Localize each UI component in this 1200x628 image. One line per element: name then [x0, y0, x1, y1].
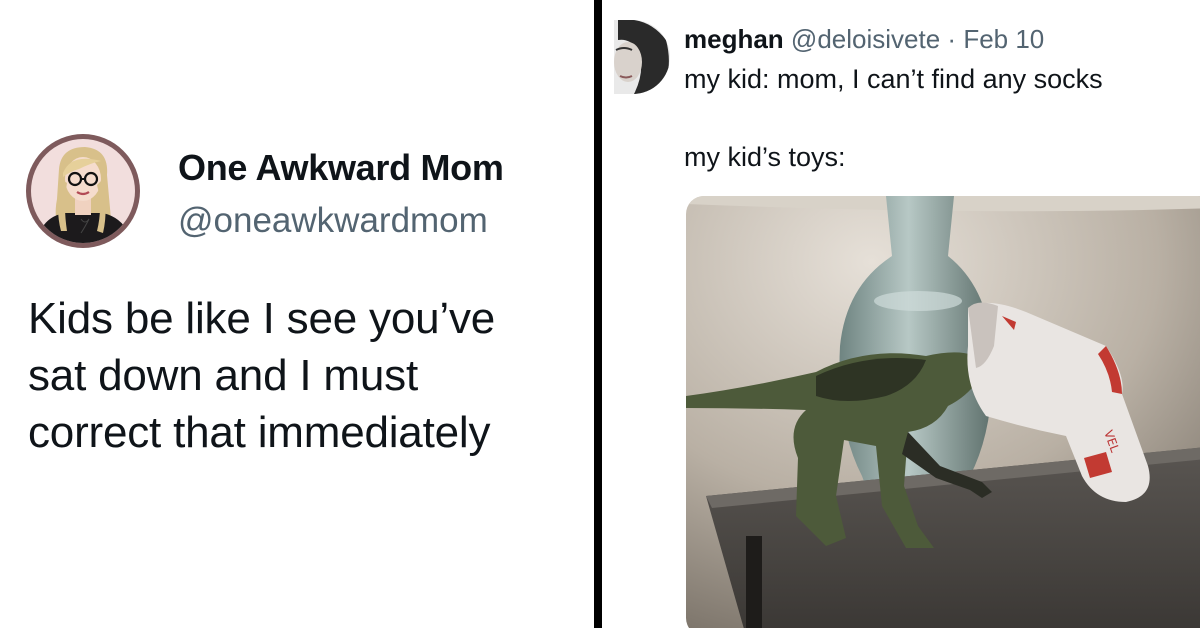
tweet-photo[interactable]: VEL	[686, 196, 1200, 628]
tweet-text-line: my kid’s toys:	[684, 142, 846, 172]
avatar[interactable]	[26, 134, 140, 248]
panel-divider	[594, 0, 602, 628]
woman-photo-avatar-icon	[608, 20, 670, 94]
tweet-date[interactable]: Feb 10	[963, 24, 1044, 54]
user-handle[interactable]: @oneawkwardmom	[178, 201, 488, 241]
tweet-text-line: sat down and I must	[28, 351, 418, 400]
tweet-card-one-awkward-mom: One Awkward Mom @oneawkwardmom Kids be l…	[0, 0, 594, 628]
tweet-card-meghan: meghan @deloisivete · Feb 10 my kid: mom…	[602, 0, 1200, 628]
meta-separator: ·	[947, 24, 957, 54]
display-name[interactable]: One Awkward Mom	[178, 147, 504, 189]
dinosaur-toy-wearing-sock-photo: VEL	[686, 196, 1200, 628]
tweet-meta: meghan @deloisivete · Feb 10	[684, 24, 1044, 55]
tweet-text: Kids be like I see you’ve sat down and I…	[28, 290, 588, 461]
tweet-text-line: my kid: mom, I can’t find any socks	[684, 64, 1103, 94]
tweet-text-line: Kids be like I see you’ve	[28, 294, 496, 343]
user-handle[interactable]: @deloisivete	[791, 24, 940, 54]
avatar[interactable]	[608, 20, 670, 94]
tweet-text-line: correct that immediately	[28, 408, 491, 457]
display-name[interactable]: meghan	[684, 24, 784, 54]
cartoon-woman-avatar-icon	[37, 147, 131, 243]
